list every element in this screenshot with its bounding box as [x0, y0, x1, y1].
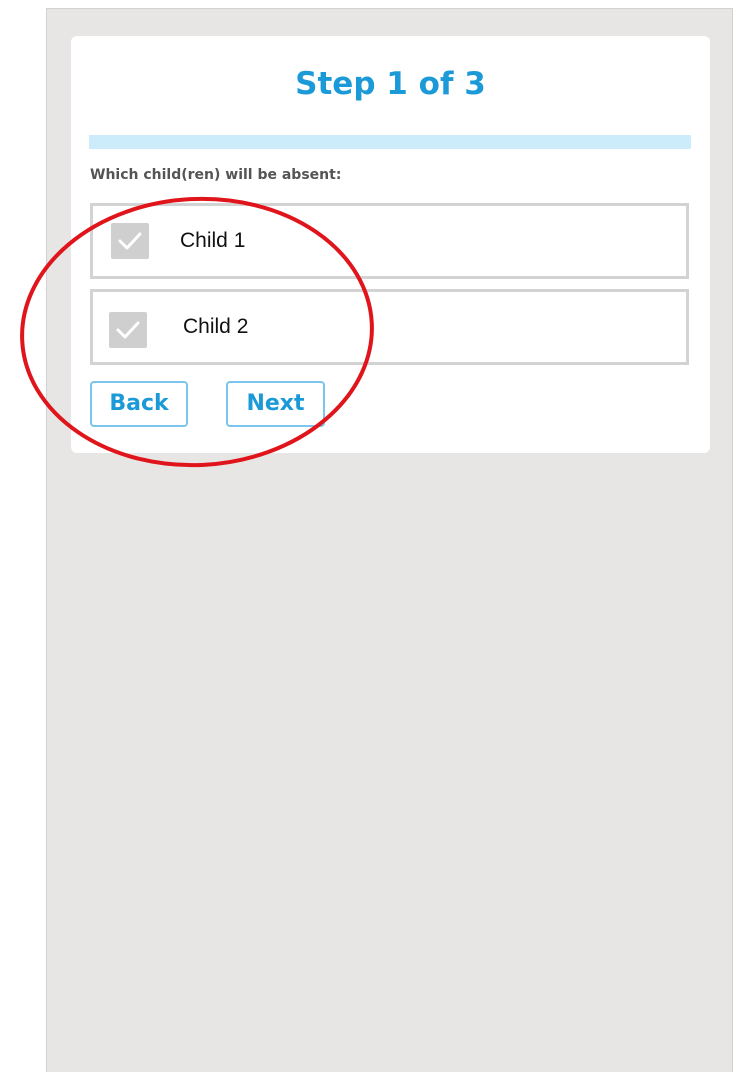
app-screen: Step 1 of 3 Which child(ren) will be abs… [46, 8, 733, 1072]
check-icon [116, 321, 140, 339]
child-1-checkbox[interactable] [111, 223, 149, 259]
step-title: Step 1 of 3 [295, 66, 486, 102]
step-card: Step 1 of 3 Which child(ren) will be abs… [71, 36, 710, 453]
progress-bar [89, 135, 691, 149]
check-icon [118, 232, 142, 250]
child-option-2[interactable]: Child 2 [90, 289, 689, 365]
progress-bar-fill [89, 135, 290, 149]
child-1-label: Child 1 [180, 229, 246, 252]
child-2-checkbox[interactable] [109, 312, 147, 348]
child-option-1[interactable]: Child 1 [90, 203, 689, 279]
child-2-label: Child 2 [183, 315, 249, 338]
question-label: Which child(ren) will be absent: [90, 167, 342, 183]
back-button[interactable]: Back [90, 381, 188, 427]
next-button[interactable]: Next [226, 381, 325, 427]
